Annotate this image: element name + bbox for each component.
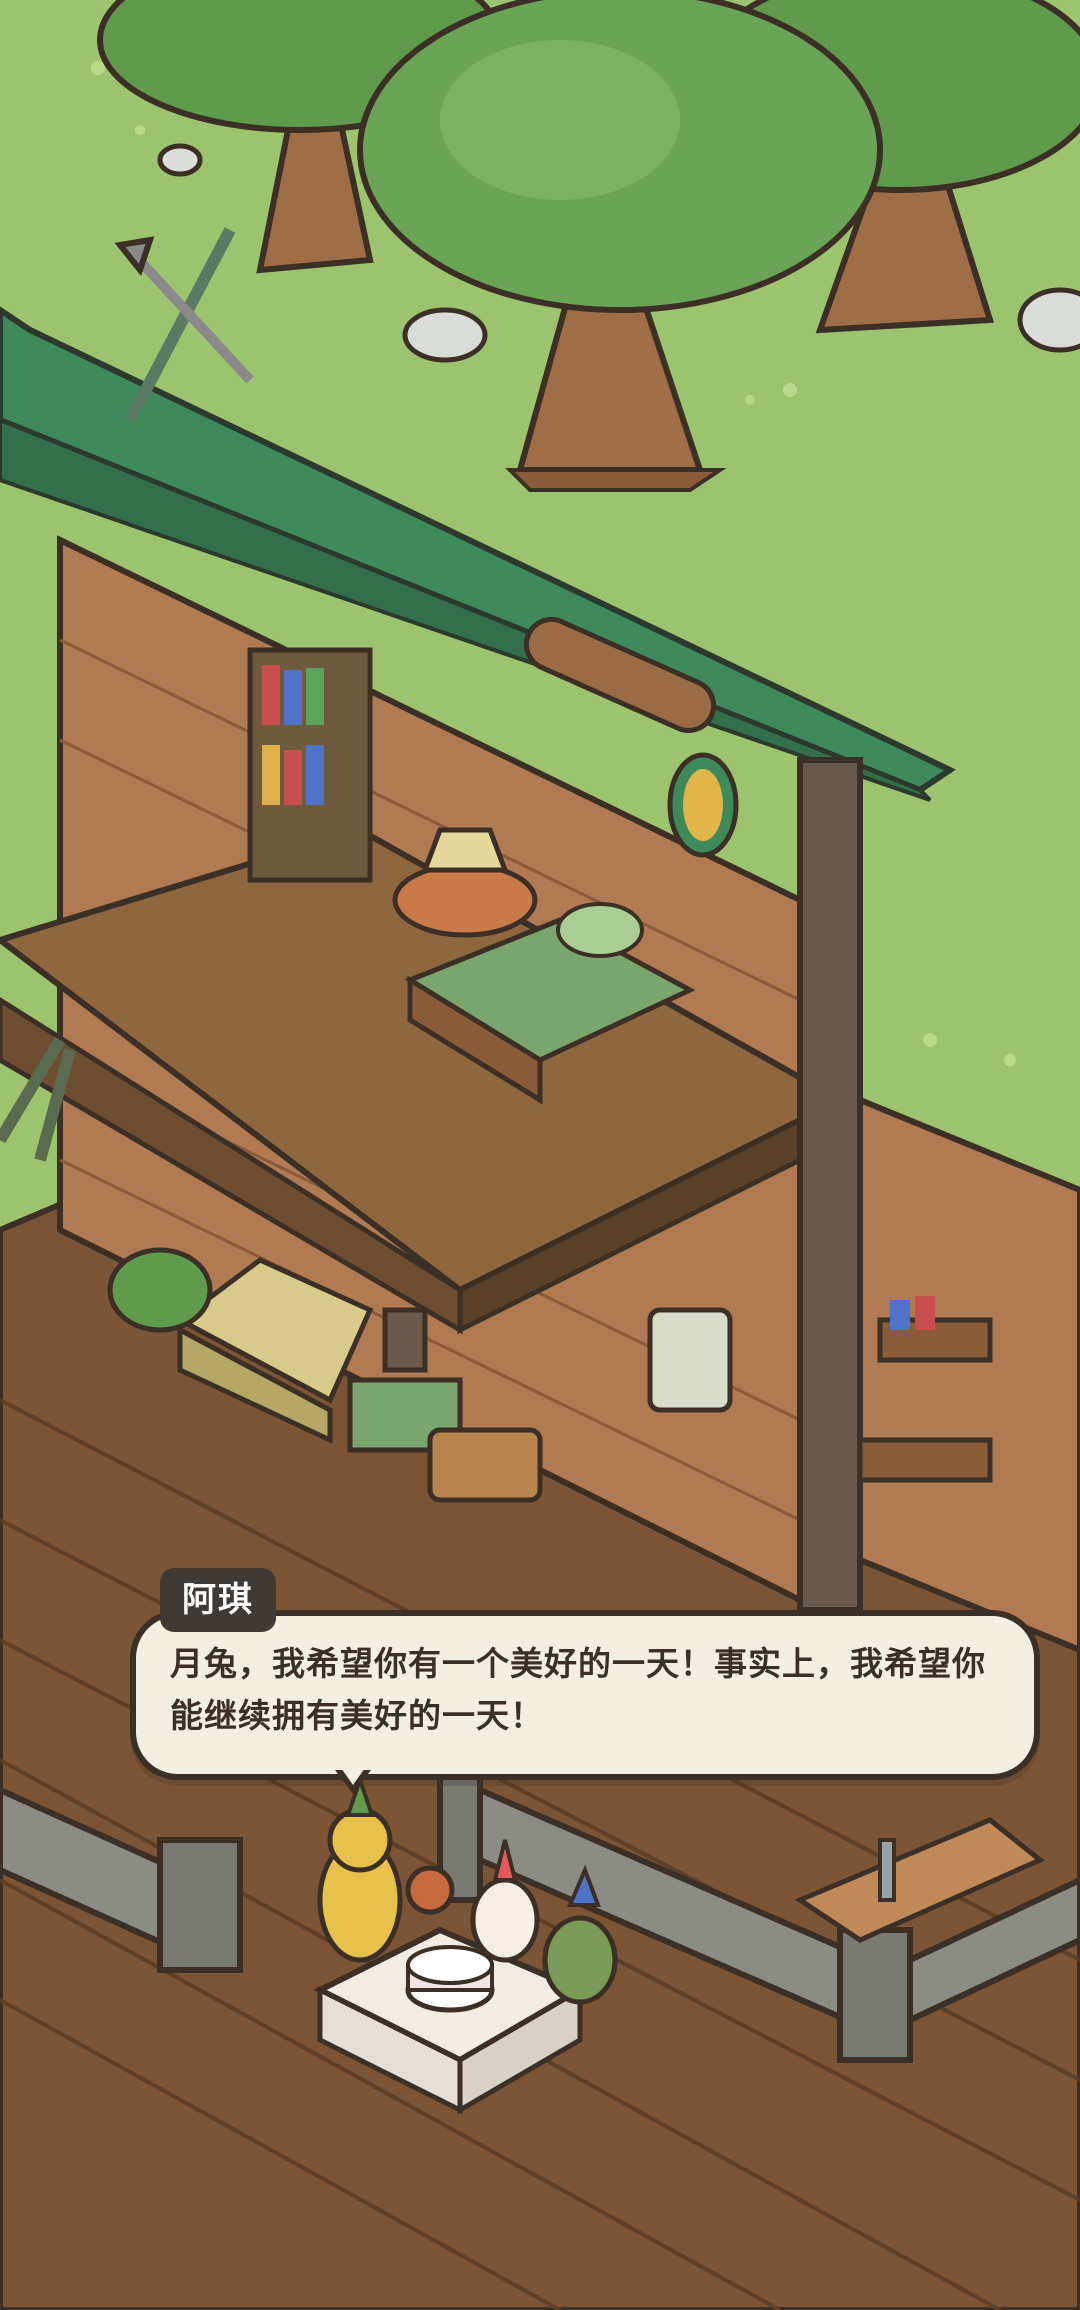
fox-character[interactable] <box>405 1865 455 1915</box>
support-post <box>797 757 863 1613</box>
plant <box>107 1247 213 1333</box>
giraffe-portrait <box>667 752 739 858</box>
bookshelf <box>247 647 373 883</box>
speech-bubble-tail-fill <box>341 1768 365 1785</box>
scene-art <box>0 0 1080 2310</box>
birthday-cake <box>405 1945 495 2013</box>
chest <box>427 1427 543 1503</box>
brick-wall-right <box>857 1095 1080 1654</box>
dialog-text: 月兔，我希望你有一个美好的一天！事实上，我希望你能继续拥有美好的一天！ <box>170 1644 986 1735</box>
dialog-box[interactable]: 阿琪 月兔，我希望你有一个美好的一天！事实上，我希望你能继续拥有美好的一天！ <box>130 1568 1040 1794</box>
speaker-name-tag: 阿琪 <box>160 1568 276 1632</box>
game-scene[interactable]: 阿琪 月兔，我希望你有一个美好的一天！事实上，我希望你能继续拥有美好的一天！ <box>0 0 1080 2310</box>
wall-decor <box>647 1307 733 1413</box>
